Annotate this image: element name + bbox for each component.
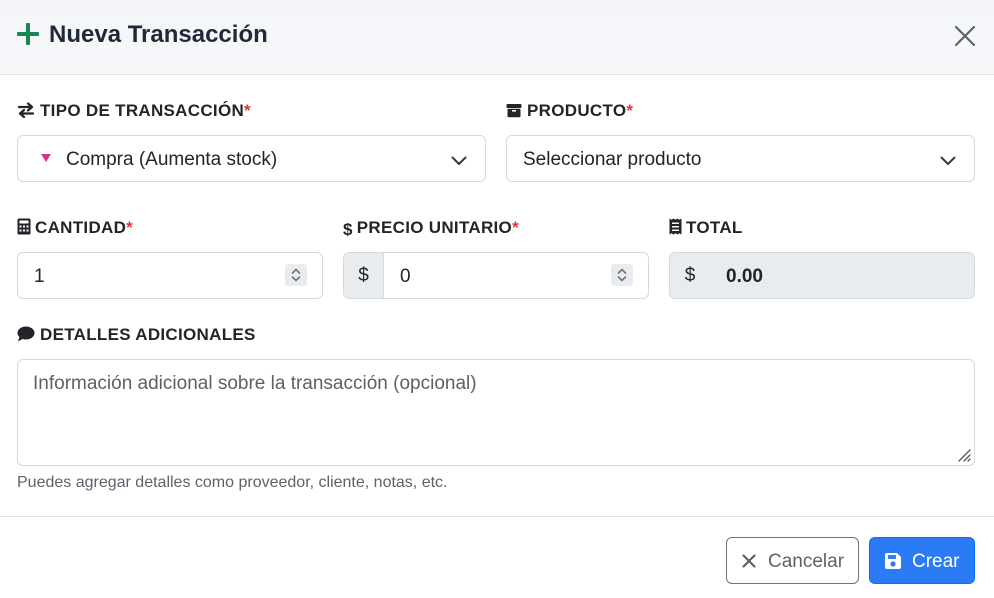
plus-icon — [17, 23, 39, 45]
exchange-icon — [17, 102, 35, 123]
cantidad-input[interactable]: 1 — [17, 252, 323, 299]
detalles-textarea[interactable] — [17, 359, 975, 466]
cantidad-label-text: CANTIDAD — [35, 218, 127, 237]
detalles-help-text: Puedes agregar detalles como proveedor, … — [17, 474, 448, 491]
total-label-text: TOTAL — [686, 218, 743, 237]
create-button[interactable]: Crear — [869, 537, 975, 584]
receipt-icon — [669, 218, 682, 240]
producto-select[interactable]: Seleccionar producto — [506, 135, 975, 182]
modal-title: Nueva Transacción — [49, 21, 268, 48]
required-mark: * — [512, 218, 519, 237]
save-icon — [884, 552, 902, 576]
tipo-label: TIPO DE TRANSACCIÓN* — [17, 101, 251, 123]
precio-input-group: $ 0 — [343, 252, 649, 299]
triangle-down-icon — [41, 154, 51, 162]
producto-label-text: PRODUCTO — [527, 101, 627, 120]
precio-label: $ PRECIO UNITARIO* — [343, 218, 519, 240]
total-label: TOTAL — [669, 218, 743, 240]
producto-label: PRODUCTO* — [506, 101, 633, 123]
create-button-label: Crear — [912, 551, 960, 572]
resize-handle-icon[interactable] — [955, 446, 971, 467]
calculator-icon — [17, 218, 31, 240]
comment-icon — [17, 326, 35, 347]
required-mark: * — [244, 101, 251, 120]
total-value: 0.00 — [726, 266, 763, 287]
detalles-label: DETALLES ADICIONALES — [17, 325, 256, 347]
precio-stepper[interactable] — [611, 264, 633, 286]
precio-label-text: PRECIO UNITARIO — [356, 218, 513, 237]
tipo-select[interactable]: Compra (Aumenta stock) — [17, 135, 486, 182]
required-mark: * — [126, 218, 134, 237]
modal-header: Nueva Transacción — [0, 0, 994, 75]
required-mark: * — [626, 101, 634, 120]
precio-input[interactable]: 0 — [400, 266, 411, 288]
close-button[interactable] — [952, 23, 978, 49]
cantidad-stepper[interactable] — [285, 264, 307, 286]
box-icon — [506, 102, 522, 123]
cancel-button-label: Cancelar — [768, 551, 845, 572]
tipo-selected-value: Compra (Aumenta stock) — [66, 149, 278, 170]
tipo-label-text: TIPO DE TRANSACCIÓN — [40, 101, 245, 120]
dollar-icon: $ — [343, 220, 353, 239]
x-icon — [741, 553, 757, 575]
currency-addon: $ — [344, 253, 384, 298]
chevron-down-icon — [451, 153, 467, 171]
producto-selected-value: Seleccionar producto — [523, 149, 702, 170]
currency-addon: $ — [670, 253, 710, 298]
footer-divider — [0, 516, 994, 517]
detalles-label-text: DETALLES ADICIONALES — [40, 325, 256, 344]
cantidad-label: CANTIDAD* — [17, 218, 133, 240]
chevron-down-icon — [940, 153, 956, 171]
total-display: $ 0.00 — [669, 252, 975, 299]
transaction-modal: Nueva Transacción TIPO DE TRANSACCIÓN* C… — [0, 0, 994, 598]
cancel-button[interactable]: Cancelar — [726, 537, 859, 584]
close-icon — [954, 25, 976, 47]
cantidad-value: 1 — [34, 266, 45, 287]
